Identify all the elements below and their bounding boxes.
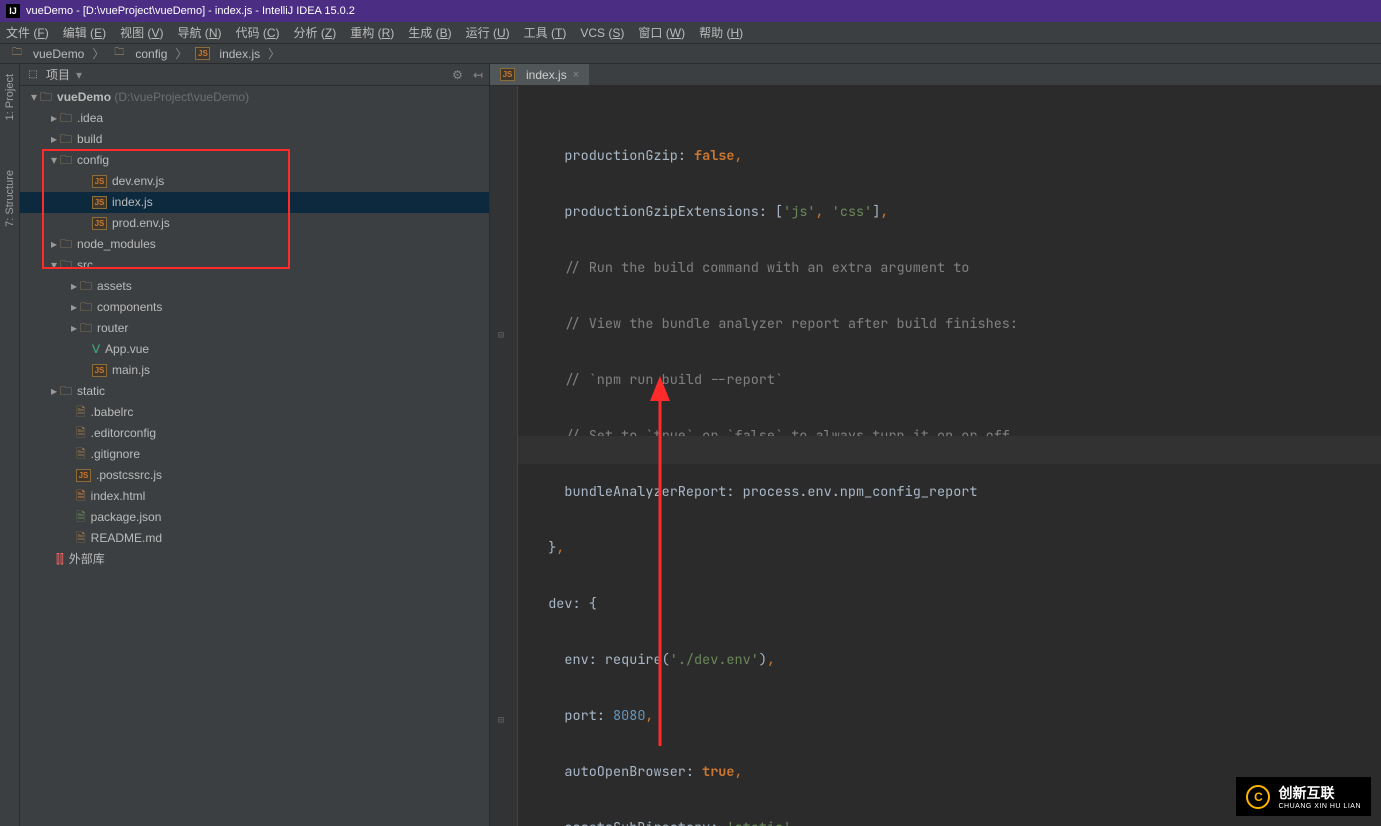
tree-prodenv[interactable]: ▸JSprod.env.js (20, 213, 489, 234)
menu-vcs[interactable]: VCS (S) (580, 26, 624, 40)
fold-icon[interactable]: ⊟ (498, 706, 504, 734)
watermark-logo: C (1246, 785, 1270, 809)
tree-readme[interactable]: ▸🗎README.md (20, 528, 489, 549)
menu-navigate[interactable]: 导航 (N) (177, 24, 221, 41)
js-icon: JS (92, 364, 107, 377)
tree-gitignore[interactable]: ▸🗎.gitignore (20, 444, 489, 465)
file-icon: 🗎 (76, 444, 86, 465)
tool-buttons-left: 1: Project 7: Structure (0, 64, 20, 826)
project-panel-title[interactable]: 项目 (46, 66, 70, 83)
tree-components[interactable]: ▸🗀components (20, 297, 489, 318)
project-icon: ⬚ (26, 68, 40, 82)
app-icon: IJ (6, 4, 20, 18)
tree-babelrc[interactable]: ▸🗎.babelrc (20, 402, 489, 423)
title-text: vueDemo - [D:\vueProject\vueDemo] - inde… (26, 5, 355, 17)
file-icon: 🗎 (76, 402, 86, 423)
tree-postcssrc[interactable]: ▸JS.postcssrc.js (20, 465, 489, 486)
close-icon[interactable]: × (573, 69, 579, 81)
crumb-root[interactable]: 🗀 vueDemo (6, 47, 88, 61)
chevron-icon: 〉 (268, 45, 280, 62)
js-icon: JS (92, 175, 107, 188)
fold-icon[interactable]: ⊟ (498, 321, 504, 349)
tree-src[interactable]: ▾🗀src (20, 255, 489, 276)
tree-appvue[interactable]: ▸VApp.vue (20, 339, 489, 360)
menu-window[interactable]: 窗口 (W) (638, 24, 685, 41)
crumb-label: config (135, 47, 167, 61)
menu-build[interactable]: 生成 (B) (408, 24, 451, 41)
editor-tab-bar: JS index.js × (490, 64, 1381, 86)
tree-mainjs[interactable]: ▸JSmain.js (20, 360, 489, 381)
tree-idea[interactable]: ▸🗀.idea (20, 108, 489, 129)
menu-run[interactable]: 运行 (U) (466, 24, 510, 41)
vue-icon: V (92, 339, 100, 360)
js-icon: JS (76, 469, 91, 482)
folder-icon: 🗀 (112, 47, 126, 61)
menu-code[interactable]: 代码 (C) (235, 24, 279, 41)
tab-label: index.js (526, 68, 567, 82)
tree-node-modules[interactable]: ▸🗀node_modules (20, 234, 489, 255)
crumb-file[interactable]: JS index.js (191, 47, 264, 61)
tree-root[interactable]: ▾🗀 vueDemo (D:\vueProject\vueDemo) (20, 87, 489, 108)
library-icon: ⫿⫿ (56, 549, 64, 570)
tree-config[interactable]: ▾🗀config (20, 150, 489, 171)
crumb-label: vueDemo (33, 47, 84, 61)
collapse-icon[interactable]: ↤ (473, 68, 483, 82)
tree-editorconfig[interactable]: ▸🗎.editorconfig (20, 423, 489, 444)
file-icon: 🗎 (76, 528, 86, 549)
menu-refactor[interactable]: 重构 (R) (350, 24, 394, 41)
menu-bar: 文件 (F) 编辑 (E) 视图 (V) 导航 (N) 代码 (C) 分析 (Z… (0, 22, 1381, 44)
menu-file[interactable]: 文件 (F) (6, 24, 49, 41)
chevron-icon: 〉 (92, 45, 104, 62)
editor-body[interactable]: ⊟ ⊟ productionGzip: false, productionGzi… (490, 86, 1381, 826)
tree-build[interactable]: ▸🗀build (20, 129, 489, 150)
file-icon: 🗎 (76, 423, 86, 444)
project-tree[interactable]: ▾🗀 vueDemo (D:\vueProject\vueDemo) ▸🗀.id… (20, 86, 489, 570)
tree-assets[interactable]: ▸🗀assets (20, 276, 489, 297)
tree-indexhtml[interactable]: ▸🗎index.html (20, 486, 489, 507)
title-bar: IJ vueDemo - [D:\vueProject\vueDemo] - i… (0, 0, 1381, 22)
html-icon: 🗎 (76, 486, 86, 507)
project-panel-header: ⬚ 项目 ▾ ⚙ ↤ (20, 64, 489, 86)
menu-tools[interactable]: 工具 (T) (524, 24, 567, 41)
js-icon: JS (92, 196, 107, 209)
editor-pane: JS index.js × ⊟ ⊟ productionGzip: false,… (490, 64, 1381, 826)
watermark-subtext: CHUANG XIN HU LIAN (1278, 803, 1361, 810)
project-panel: ⬚ 项目 ▾ ⚙ ↤ ▾🗀 vueDemo (D:\vueProject\vue… (20, 64, 490, 826)
json-icon: 🗎 (76, 507, 86, 528)
tree-packagejson[interactable]: ▸🗎package.json (20, 507, 489, 528)
js-icon: JS (195, 47, 210, 60)
menu-view[interactable]: 视图 (V) (120, 24, 163, 41)
tool-project-button[interactable]: 1: Project (4, 74, 16, 120)
editor-tab-indexjs[interactable]: JS index.js × (490, 64, 589, 85)
folder-icon: 🗀 (10, 47, 24, 61)
js-icon: JS (500, 68, 515, 81)
menu-analyze[interactable]: 分析 (Z) (294, 24, 337, 41)
watermark: C 创新互联 CHUANG XIN HU LIAN (1236, 777, 1371, 816)
editor-gutter[interactable]: ⊟ ⊟ (490, 86, 518, 826)
gear-icon[interactable]: ⚙ (452, 68, 463, 82)
code-area[interactable]: productionGzip: false, productionGzipExt… (518, 86, 1381, 826)
watermark-text: 创新互联 (1278, 783, 1361, 803)
crumb-config[interactable]: 🗀 config (108, 47, 171, 61)
chevron-icon: 〉 (175, 45, 187, 62)
tree-external-libs[interactable]: ▸⫿⫿外部库 (20, 549, 489, 570)
tree-router[interactable]: ▸🗀router (20, 318, 489, 339)
tree-devenv[interactable]: ▸JSdev.env.js (20, 171, 489, 192)
menu-edit[interactable]: 编辑 (E) (63, 24, 106, 41)
dropdown-icon[interactable]: ▾ (76, 68, 82, 82)
menu-help[interactable]: 帮助 (H) (699, 24, 743, 41)
caret-line (518, 436, 1381, 464)
tree-indexjs-config[interactable]: ▸JSindex.js (20, 192, 489, 213)
crumb-label: index.js (219, 47, 260, 61)
tool-structure-button[interactable]: 7: Structure (4, 170, 16, 227)
breadcrumb: 🗀 vueDemo 〉 🗀 config 〉 JS index.js 〉 (0, 44, 1381, 64)
js-icon: JS (92, 217, 107, 230)
tree-static[interactable]: ▸🗀static (20, 381, 489, 402)
